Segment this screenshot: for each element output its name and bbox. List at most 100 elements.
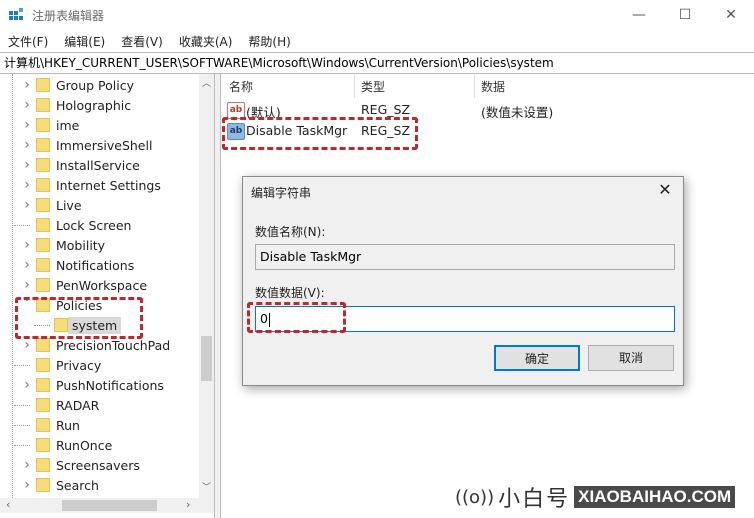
tree-item-label: Search — [56, 477, 99, 493]
tree-item-label: InstallService — [56, 157, 140, 173]
tree-item-label: RunOnce — [56, 437, 113, 453]
folder-icon — [36, 178, 50, 192]
chevron-right-icon[interactable]: › — [22, 377, 32, 393]
dialog-title: 编辑字符串 — [251, 186, 312, 200]
folder-icon — [36, 238, 50, 252]
registry-tree: › Group Policy › Holographic › ime › ImmersiveS… — [0, 74, 214, 504]
tree-item-holographic[interactable]: › Holographic — [0, 95, 200, 115]
tree-connector — [14, 444, 30, 446]
column-separator[interactable] — [354, 74, 355, 98]
column-header-data[interactable]: 数据 — [481, 78, 505, 95]
broadcast-icon: ((o)) — [455, 486, 495, 508]
scroll-up-icon[interactable]: ︿ — [202, 76, 211, 89]
ok-button[interactable]: 确定 — [494, 345, 580, 371]
tree-item-ime[interactable]: › ime — [0, 115, 200, 135]
chevron-right-icon[interactable]: › — [22, 237, 32, 253]
chevron-right-icon[interactable]: › — [22, 277, 32, 293]
chevron-right-icon[interactable]: › — [22, 137, 32, 153]
column-separator[interactable] — [474, 74, 475, 98]
window-title: 注册表编辑器 — [32, 9, 105, 23]
scroll-right-icon[interactable]: › — [186, 498, 190, 511]
chevron-right-icon[interactable]: › — [22, 77, 32, 93]
folder-icon — [36, 278, 50, 292]
chevron-right-icon[interactable]: › — [22, 477, 32, 493]
folder-icon — [36, 378, 50, 392]
maximize-button[interactable]: ☐ — [662, 0, 708, 30]
chevron-right-icon[interactable]: › — [22, 117, 32, 133]
chevron-right-icon[interactable]: › — [22, 97, 32, 113]
scroll-down-icon[interactable]: ﹀ — [202, 480, 211, 493]
tree-vertical-scrollbar[interactable]: ︿ ﹀ — [199, 74, 214, 498]
tree-item-privacy[interactable]: Privacy — [0, 355, 200, 375]
tree-item-live[interactable]: › Live — [0, 195, 200, 215]
cancel-button[interactable]: 取消 — [588, 345, 674, 371]
minimize-button[interactable]: — — [616, 0, 662, 30]
chevron-right-icon[interactable]: › — [22, 257, 32, 273]
pane-splitter[interactable] — [214, 74, 221, 518]
tree-item-runonce[interactable]: RunOnce — [0, 435, 200, 455]
tree-item-label: RADAR — [56, 397, 100, 413]
tree-item-label: Group Policy — [56, 77, 134, 93]
highlight-disable-taskmgr — [222, 117, 418, 150]
tree-item-mobility[interactable]: › Mobility — [0, 235, 200, 255]
chevron-right-icon[interactable]: › — [22, 157, 32, 173]
tree-item-internet-settings[interactable]: › Internet Settings — [0, 175, 200, 195]
tree-item-label: Internet Settings — [56, 177, 161, 193]
menu-help[interactable]: 帮助(H) — [240, 33, 298, 50]
close-icon: ✕ — [725, 7, 737, 23]
value-data-label: 数值数据(V): — [255, 286, 325, 300]
column-header-type[interactable]: 类型 — [361, 78, 385, 95]
tree-item-lock-screen[interactable]: Lock Screen — [0, 215, 200, 235]
tree-vertical-scroll-thumb[interactable] — [201, 336, 212, 381]
address-bar[interactable]: 计算机\HKEY_CURRENT_USER\SOFTWARE\Microsoft… — [0, 52, 754, 74]
folder-icon — [36, 198, 50, 212]
folder-icon — [36, 258, 50, 272]
menu-favorites[interactable]: 收藏夹(A) — [171, 33, 241, 50]
folder-icon — [36, 78, 50, 92]
tree-item-radar[interactable]: RADAR — [0, 395, 200, 415]
tree-item-notifications[interactable]: › Notifications — [0, 255, 200, 275]
menu-edit[interactable]: 编辑(E) — [56, 33, 113, 50]
folder-icon — [36, 418, 50, 432]
tree-item-immersiveshell[interactable]: › ImmersiveShell — [0, 135, 200, 155]
chevron-right-icon[interactable]: › — [22, 457, 32, 473]
tree-item-search[interactable]: › Search — [0, 475, 200, 495]
tree-item-penworkspace[interactable]: › PenWorkspace — [0, 275, 200, 295]
tree-item-run[interactable]: Run — [0, 415, 200, 435]
maximize-icon: ☐ — [678, 7, 692, 23]
folder-icon — [36, 458, 50, 472]
tree-item-label: Live — [56, 197, 82, 213]
dialog-close-button[interactable]: ✕ — [653, 180, 677, 202]
tree-item-label: Run — [56, 417, 80, 433]
tree-item-group-policy[interactable]: › Group Policy — [0, 75, 200, 95]
watermark-url: XIAOBAIHAO.COM — [574, 486, 736, 508]
tree-connector — [14, 364, 30, 366]
chevron-right-icon[interactable]: › — [22, 177, 32, 193]
menu-view[interactable]: 查看(V) — [113, 33, 171, 50]
value-name-label: 数值名称(N): — [255, 225, 326, 239]
chevron-right-icon[interactable]: › — [22, 337, 32, 353]
folder-icon — [36, 158, 50, 172]
edit-string-dialog: 编辑字符串 ✕ 数值名称(N): Disable TaskMgr 数值数据(V)… — [242, 176, 684, 386]
close-button[interactable]: ✕ — [708, 0, 754, 30]
chevron-right-icon[interactable]: › — [22, 197, 32, 213]
tree-item-screensavers[interactable]: › Screensavers — [0, 455, 200, 475]
tree-item-pushnotifications[interactable]: › PushNotifications — [0, 375, 200, 395]
tree-item-label: PenWorkspace — [56, 277, 148, 293]
folder-icon — [36, 118, 50, 132]
tree-item-label: Holographic — [56, 97, 132, 113]
tree-item-installservice[interactable]: › InstallService — [0, 155, 200, 175]
tree-horizontal-scroll-thumb[interactable] — [62, 500, 157, 511]
value-data: (数值未设置) — [481, 105, 554, 120]
title-bar: 注册表编辑器 — ☐ ✕ — [0, 0, 754, 30]
tree-horizontal-scrollbar[interactable]: ‹ › — [0, 498, 214, 513]
tree-item-label: PushNotifications — [56, 377, 164, 393]
close-icon: ✕ — [658, 180, 672, 199]
highlight-policies-system — [15, 297, 143, 339]
tree-connector — [14, 404, 30, 406]
tree-connector — [14, 424, 30, 426]
menu-file[interactable]: 文件(F) — [0, 33, 56, 50]
scroll-left-icon[interactable]: ‹ — [6, 498, 10, 511]
column-header-name[interactable]: 名称 — [229, 78, 253, 95]
minimize-icon: — — [632, 7, 646, 23]
